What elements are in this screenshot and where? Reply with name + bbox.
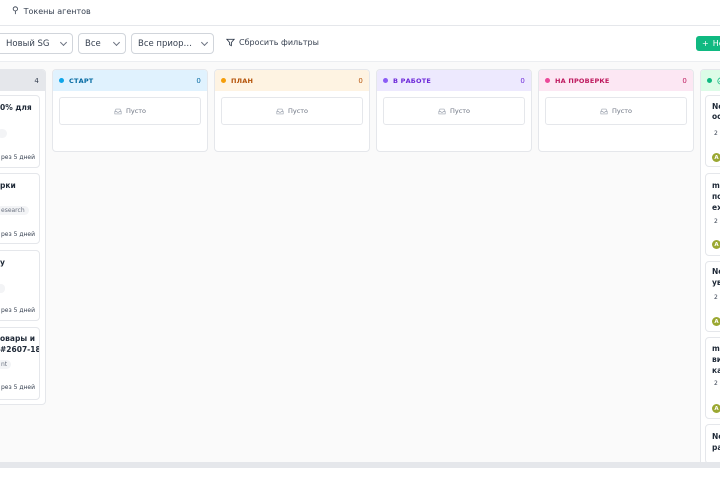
column-review: НА ПРОВЕРКЕ 0 Пусто bbox=[538, 69, 694, 152]
column-plan: ПЛАН 0 Пусто bbox=[214, 69, 370, 152]
column-plan-header: ПЛАН 0 bbox=[215, 70, 369, 91]
column-title: СТАРТ bbox=[69, 76, 94, 85]
reset-filters-label: Сбросить фильтры bbox=[239, 38, 319, 47]
column-done-header bbox=[701, 70, 720, 91]
task-title-line3: ex bbox=[712, 203, 720, 212]
chevron-down-icon bbox=[112, 38, 121, 47]
task-card[interactable]: овары и #2607-18 nt рез 5 дней bbox=[0, 327, 40, 400]
footer-bar bbox=[0, 467, 720, 480]
status-select[interactable]: Все bbox=[78, 33, 126, 54]
new-task-button[interactable]: + Не bbox=[696, 36, 720, 51]
column-title: ПЛАН bbox=[231, 76, 254, 85]
column-title: В РАБОТЕ bbox=[393, 76, 431, 85]
task-title-line3: ка bbox=[712, 366, 720, 375]
chevron-down-icon bbox=[200, 38, 209, 47]
column-left-header: 4 bbox=[0, 70, 45, 91]
priority-select-value: Все приор… bbox=[138, 38, 193, 49]
column-start: СТАРТ 0 Пусто bbox=[52, 69, 208, 152]
column-count: 0 bbox=[520, 76, 525, 85]
avatar: A bbox=[712, 153, 720, 162]
column-count: 4 bbox=[34, 76, 39, 85]
task-title-line2: по bbox=[712, 192, 720, 201]
task-title-line1: Ne bbox=[712, 267, 720, 276]
column-count: 0 bbox=[682, 76, 687, 85]
filter-off-icon bbox=[226, 38, 235, 47]
empty-label: Пусто bbox=[287, 107, 309, 115]
agent-tokens-link[interactable]: ⚲ Токены агентов bbox=[12, 6, 91, 16]
task-card[interactable]: Ne ра bbox=[705, 424, 720, 464]
empty-placeholder: Пусто bbox=[59, 97, 201, 125]
task-title-line2: ув bbox=[712, 278, 720, 287]
column-count: 0 bbox=[358, 76, 363, 85]
avatar: A bbox=[712, 404, 720, 413]
plus-icon: + bbox=[702, 39, 709, 48]
chevron-down-icon bbox=[59, 38, 68, 47]
empty-label: Пусто bbox=[611, 107, 633, 115]
avatar: A bbox=[712, 240, 720, 249]
task-title-line2: ос bbox=[712, 112, 720, 121]
task-card[interactable]: Ne ос 2 A bbox=[705, 95, 720, 167]
task-title-line1: овары и bbox=[0, 334, 35, 343]
task-title: рки bbox=[0, 181, 16, 190]
status-dot-icon bbox=[707, 78, 712, 83]
empty-placeholder: Пусто bbox=[383, 97, 525, 125]
inbox-icon bbox=[600, 108, 608, 114]
task-meta: 2 bbox=[714, 130, 718, 137]
task-due: рез 5 дней bbox=[1, 231, 35, 238]
column-in-progress: В РАБОТЕ 0 Пусто bbox=[376, 69, 532, 152]
task-tag: esearch bbox=[0, 206, 29, 215]
top-bar: ⚲ Токены агентов bbox=[0, 0, 720, 26]
key-icon: ⚲ bbox=[12, 6, 19, 16]
task-card[interactable]: ms ви ка 2 A bbox=[705, 337, 720, 419]
column-start-header: СТАРТ 0 bbox=[53, 70, 207, 91]
task-tag: nt bbox=[0, 360, 12, 369]
task-title: 0% для bbox=[0, 103, 32, 112]
task-card[interactable]: ms по ex 2 A bbox=[705, 173, 720, 256]
column-in-progress-header: В РАБОТЕ 0 bbox=[377, 70, 531, 91]
new-task-label: Не bbox=[712, 39, 720, 48]
task-title-line2: #2607-18 bbox=[0, 345, 40, 354]
empty-label: Пусто bbox=[449, 107, 471, 115]
status-dot-icon bbox=[383, 78, 388, 83]
task-title-line2: ви bbox=[712, 355, 720, 364]
task-tag bbox=[0, 284, 5, 293]
filter-bar: Новый SG Все Все приор… Сбросить фильтры bbox=[0, 26, 720, 62]
task-meta: 2 bbox=[714, 380, 718, 387]
reset-filters-button[interactable]: Сбросить фильтры bbox=[226, 38, 319, 47]
sg-select[interactable]: Новый SG bbox=[0, 33, 73, 54]
inbox-icon bbox=[276, 108, 284, 114]
empty-placeholder: Пусто bbox=[545, 97, 687, 125]
inbox-icon bbox=[114, 108, 122, 114]
column-count: 0 bbox=[196, 76, 201, 85]
task-title-line1: ms bbox=[712, 181, 720, 190]
task-tag bbox=[0, 129, 7, 138]
task-title-line2: ра bbox=[712, 443, 720, 452]
column-review-header: НА ПРОВЕРКЕ 0 bbox=[539, 70, 693, 91]
task-card[interactable]: 0% для рез 5 дней bbox=[0, 95, 40, 168]
sg-select-value: Новый SG bbox=[6, 38, 50, 49]
task-card[interactable]: у рез 5 дней bbox=[0, 250, 40, 321]
task-due: рез 5 дней bbox=[1, 154, 35, 161]
task-title-line1: ms bbox=[712, 344, 720, 353]
empty-label: Пусто bbox=[125, 107, 147, 115]
status-dot-icon bbox=[545, 78, 550, 83]
task-due: рез 5 дней bbox=[1, 384, 35, 391]
task-title: у bbox=[0, 258, 5, 267]
task-title-line1: Ne bbox=[712, 432, 720, 441]
status-dot-icon bbox=[221, 78, 226, 83]
status-dot-icon bbox=[59, 78, 64, 83]
column-title: НА ПРОВЕРКЕ bbox=[555, 76, 610, 85]
avatar: A bbox=[712, 317, 720, 326]
task-card[interactable]: рки esearch рез 5 дней bbox=[0, 173, 40, 244]
task-meta: 2 bbox=[714, 218, 718, 225]
empty-placeholder: Пусто bbox=[221, 97, 363, 125]
inbox-icon bbox=[438, 108, 446, 114]
agent-tokens-label: Токены агентов bbox=[23, 6, 91, 16]
task-meta: 2 bbox=[714, 294, 718, 301]
status-select-value: Все bbox=[85, 38, 101, 49]
priority-select[interactable]: Все приор… bbox=[131, 33, 214, 54]
task-due: рез 5 дней bbox=[1, 307, 35, 314]
task-card[interactable]: Ne ув 2 A bbox=[705, 261, 720, 332]
